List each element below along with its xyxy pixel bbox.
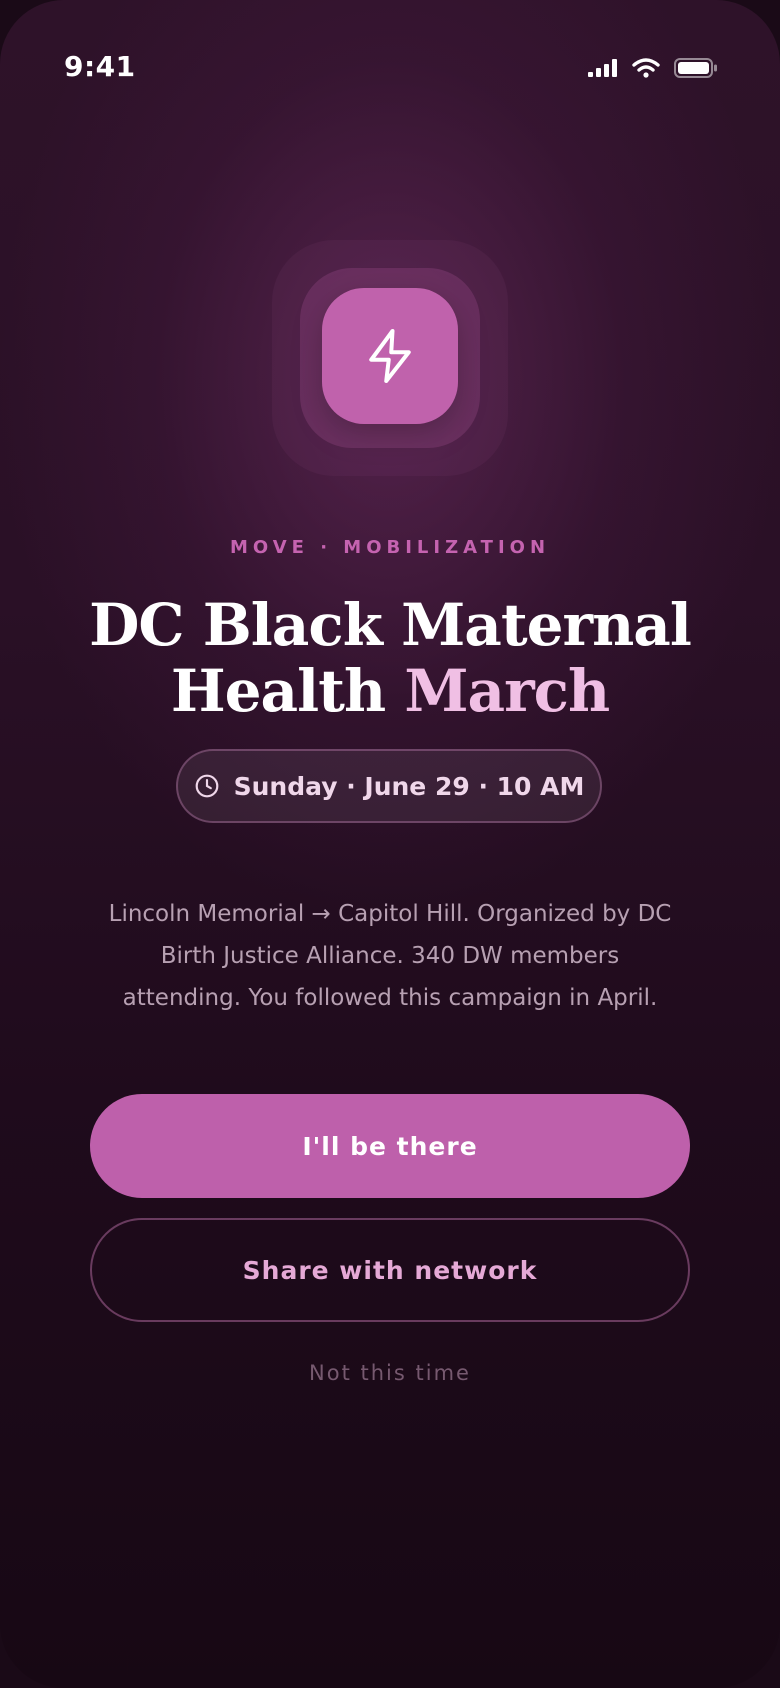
event-category-label: MOVE · MOBILIZATION xyxy=(229,537,551,558)
event-date-pill: Sunday · June 29 · 10 AM xyxy=(176,749,602,823)
status-icons xyxy=(588,58,718,78)
event-title-accent: March xyxy=(404,657,610,725)
rsvp-button[interactable]: I'll be there xyxy=(90,1094,690,1198)
lightning-bolt-icon xyxy=(369,329,411,383)
wifi-icon xyxy=(632,58,660,78)
hero-icon-group xyxy=(250,218,530,498)
share-button[interactable]: Share with network xyxy=(90,1218,690,1322)
event-title: DC Black Maternal Health March xyxy=(0,592,780,724)
clock-icon xyxy=(195,774,218,798)
event-description: Lincoln Memorial → Capitol Hill. Organiz… xyxy=(108,901,672,1011)
event-title-line1: DC Black Maternal xyxy=(89,591,692,659)
battery-icon xyxy=(674,58,717,78)
status-time: 9:41 xyxy=(64,50,136,83)
event-date-text: Sunday · June 29 · 10 AM xyxy=(233,771,585,801)
status-bar: 9:41 xyxy=(0,0,780,140)
signal-icon xyxy=(588,59,617,77)
hero-tile xyxy=(322,288,458,424)
event-screen: 9:41 MOVE · MOBILIZATION DC Black Matern… xyxy=(0,0,780,1688)
event-title-line2: Health xyxy=(170,657,405,725)
dismiss-link[interactable]: Not this time xyxy=(0,1361,780,1385)
